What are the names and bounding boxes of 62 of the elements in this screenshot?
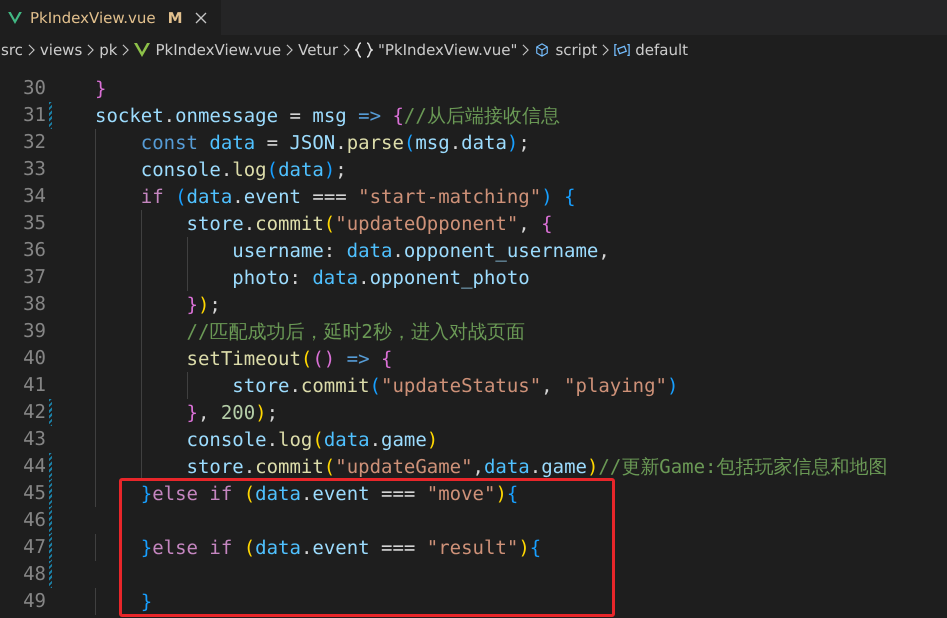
line-number: 44 <box>22 454 46 479</box>
vue-logo-icon <box>8 12 22 24</box>
line-number: 32 <box>22 130 46 155</box>
chevron-icon <box>286 44 294 56</box>
code-line: username: data.opponent_username, <box>232 240 610 262</box>
line-number: 41 <box>22 373 46 398</box>
breadcrumb-item[interactable]: default <box>635 41 688 59</box>
code-line: socket.onmessage = msg => {//从后端接收信息 <box>95 104 560 126</box>
code-line: }else if (data.event === "result"){ <box>140 536 542 558</box>
code-line: console.log(data); <box>140 158 347 180</box>
line-number: 43 <box>22 427 46 452</box>
code-line: }); <box>186 294 221 316</box>
breadcrumb-item[interactable]: src <box>1 41 23 59</box>
code-line: photo: data.opponent_photo <box>232 266 530 288</box>
breadcrumb-item[interactable]: "PkIndexView.vue" <box>378 41 518 59</box>
line-number: 42 <box>22 400 46 425</box>
code-line: store.commit("updateStatus", "playing") <box>232 374 678 396</box>
tab-title: PkIndexView.vue <box>30 8 156 26</box>
line-number: 40 <box>22 346 46 371</box>
code-line: } <box>95 78 106 100</box>
code-line: store.commit("updateGame",data.game)//更新Game:包括玩家信息和地图 <box>186 456 888 478</box>
chevron-icon <box>122 44 130 56</box>
code-line: } <box>140 590 152 612</box>
line-number: 47 <box>22 535 46 560</box>
chevron-icon <box>602 44 610 56</box>
line-number: 34 <box>22 184 46 209</box>
line-number: 35 <box>22 211 46 236</box>
breadcrumb-item[interactable]: views <box>40 41 82 59</box>
code-line: }, 200); <box>186 402 278 424</box>
chevron-icon <box>28 44 35 56</box>
line-number: 39 <box>22 319 46 344</box>
chevron-icon <box>522 44 530 56</box>
code-line: console.log(data.game) <box>186 428 438 450</box>
cube-icon <box>534 43 550 57</box>
line-number: 46 <box>22 508 46 533</box>
line-number: 48 <box>22 562 46 587</box>
code-line: store.commit("updateOpponent", { <box>186 212 553 234</box>
line-number: 33 <box>22 157 46 182</box>
braces-icon <box>355 42 373 58</box>
line-number: 36 <box>22 238 46 263</box>
vue-logo-icon <box>134 43 150 57</box>
code-line: setTimeout(() => { <box>186 348 392 370</box>
code-line: }else if (data.event === "move"){ <box>140 482 518 504</box>
code-line: //匹配成功后，延时2秒，进入对战页面 <box>186 320 525 342</box>
chevron-icon <box>343 44 350 56</box>
breadcrumb-item[interactable]: pk <box>99 41 118 59</box>
close-icon[interactable] <box>194 12 207 24</box>
line-number: 37 <box>22 265 46 290</box>
breadcrumb-item[interactable]: Vetur <box>298 41 338 59</box>
line-number: 38 <box>22 292 46 317</box>
chevron-icon <box>87 44 94 56</box>
line-number: 30 <box>22 76 46 101</box>
code-line: if (data.event === "start-matching") { <box>140 186 576 208</box>
field-icon <box>614 43 630 57</box>
breadcrumb-item[interactable]: PkIndexView.vue <box>155 41 282 59</box>
line-number: 31 <box>22 103 46 128</box>
editor-tab[interactable]: PkIndexView.vue M <box>0 0 221 35</box>
breadcrumb-item[interactable]: script <box>555 41 598 59</box>
line-number: 49 <box>22 589 46 614</box>
code-line: const data = JSON.parse(msg.data); <box>140 132 530 154</box>
modified-label: M <box>168 8 183 26</box>
line-number: 45 <box>22 481 46 506</box>
